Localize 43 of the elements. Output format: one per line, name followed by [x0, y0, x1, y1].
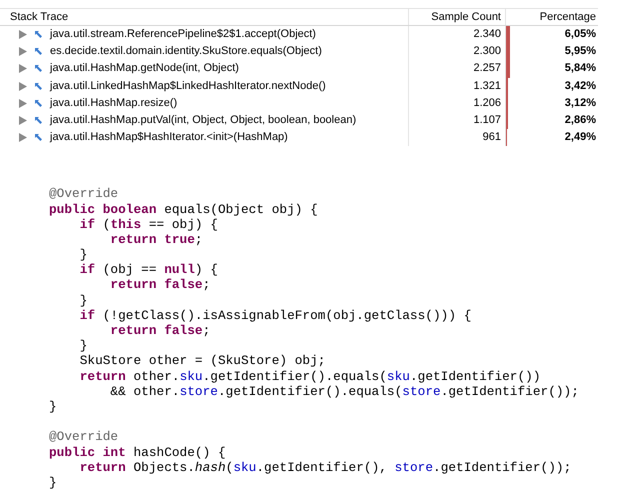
percentage: 3,12% [564, 96, 596, 111]
code-line: return other.sku.getIdentifier().equals(sku.getIdentifier()) [78, 368, 541, 384]
code-line: } [78, 338, 88, 354]
method-name: java.util.stream.ReferencePipeline$2$1.accept(Object) [50, 27, 316, 42]
code-line: return false; [109, 323, 210, 338]
percentage: 5,95% [564, 44, 596, 60]
code-line: if (obj == null) { [78, 262, 218, 278]
column-header[interactable]: Stack Trace [0, 9, 408, 25]
code-line: return false; [109, 277, 210, 293]
method-name: java.util.HashMap$HashIterator.<init>(HashMap) [50, 130, 288, 146]
sample-count: 2.300 [408, 43, 505, 60]
method-name: java.util.HashMap.resize() [50, 96, 178, 111]
method-name: es.decide.textil.domain.identity.SkuStore.equals(Object) [50, 44, 322, 60]
code-line: if (this == obj) { [78, 216, 218, 232]
percentage: 2,49% [564, 130, 596, 146]
sample-count: 2.257 [408, 60, 505, 78]
percentage: 5,84% [564, 61, 596, 76]
code-line: } [78, 292, 88, 308]
code-line: } [78, 247, 88, 262]
sample-count: 1.321 [408, 78, 505, 95]
code-line: public int hashCode() { [49, 444, 226, 460]
sample-count: 1.206 [408, 94, 505, 112]
code-line: if (!getClass().isAssignableFrom(obj.getClass())) { [78, 308, 472, 323]
method-name: java.util.HashMap.getNode(int, Object) [50, 61, 239, 76]
code-line: return Objects.hash(sku.getIdentifier(), store.getIdentifier()); [78, 460, 572, 475]
code-line: @Override [49, 429, 118, 444]
percentage: 3,42% [564, 78, 596, 94]
column-header[interactable]: Percentage [505, 9, 598, 25]
column-header[interactable]: Sample Count [408, 9, 505, 25]
code-line: } [49, 398, 57, 414]
method-name: java.util.LinkedHashMap$LinkedHashIterator.nextNode() [50, 78, 326, 94]
method-name: java.util.HashMap.putVal(int, Object, Object, boolean, boolean) [50, 113, 356, 128]
code-line: && other.store.getIdentifier().equals(store.getIdentifier()); [109, 384, 579, 399]
sample-count: 961 [408, 129, 505, 146]
sample-count: 1.107 [408, 112, 505, 130]
code-line: return true; [109, 232, 203, 248]
sample-count: 2.340 [408, 26, 505, 44]
code-line: } [49, 474, 57, 490]
code-line: SkuStore other = (SkuStore) obj; [78, 353, 326, 369]
percentage: 2,86% [564, 112, 596, 128]
code-line: public boolean equals(Object obj) { [49, 202, 318, 217]
code-line: @Override [49, 186, 118, 202]
percentage: 6,05% [564, 27, 596, 42]
